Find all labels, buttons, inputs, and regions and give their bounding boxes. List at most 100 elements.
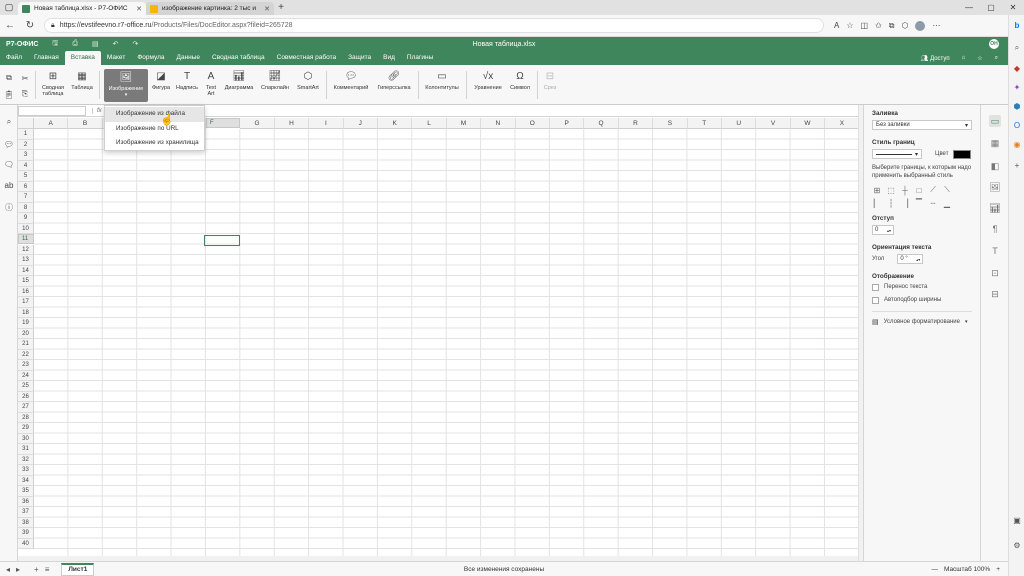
- favorites-icon[interactable]: ✩: [875, 21, 882, 31]
- row-header-4[interactable]: 4: [18, 160, 34, 171]
- border-diag-down-icon[interactable]: ⟍: [942, 185, 952, 195]
- row-header-33[interactable]: 33: [18, 465, 34, 476]
- row-header-3[interactable]: 3: [18, 150, 34, 161]
- cut-icon[interactable]: ✂: [20, 73, 30, 83]
- row-header-12[interactable]: 12: [18, 244, 34, 255]
- column-header-W[interactable]: W: [790, 118, 826, 129]
- tab-collaboration[interactable]: Совместная работа: [271, 51, 342, 65]
- row-header-31[interactable]: 31: [18, 444, 34, 455]
- border-none-icon[interactable]: ⬚: [886, 185, 896, 195]
- zoom-level[interactable]: Масштаб 100%: [944, 566, 990, 573]
- conditional-formatting-button[interactable]: ▤ Условное форматирование ▾: [872, 318, 972, 326]
- scroll-last-sheet-icon[interactable]: ▸: [16, 565, 20, 574]
- undo-icon[interactable]: ↶: [113, 40, 119, 48]
- row-header-39[interactable]: 39: [18, 528, 34, 539]
- games-icon[interactable]: ⬢: [1012, 101, 1022, 111]
- column-header-L[interactable]: L: [412, 118, 447, 129]
- quick-print-icon[interactable]: ▤: [92, 40, 99, 48]
- table-button[interactable]: ▦ Таблица: [70, 70, 94, 92]
- pivot-settings-icon[interactable]: ⊡: [989, 267, 1001, 279]
- chart-button[interactable]: 📊︎ Диаграмма: [222, 70, 256, 92]
- fill-select[interactable]: Без заливки ▾: [872, 120, 972, 130]
- name-box[interactable]: [18, 105, 86, 116]
- scroll-first-sheet-icon[interactable]: ◂: [6, 565, 10, 574]
- browser-tab-active[interactable]: Новая таблица.xlsx - Р7-ОФИС ✕: [18, 2, 146, 15]
- column-header-N[interactable]: N: [481, 118, 516, 129]
- textbox-button[interactable]: T Надпись: [174, 70, 200, 92]
- column-header-G[interactable]: G: [240, 118, 275, 129]
- tab-pivot-table[interactable]: Сводная таблица: [206, 51, 271, 65]
- row-header-25[interactable]: 25: [18, 381, 34, 392]
- headers-footers-button[interactable]: ▭ Колонтитулы: [422, 70, 462, 92]
- textart-button[interactable]: A Text Art: [202, 70, 220, 98]
- column-header-J[interactable]: J: [343, 118, 378, 129]
- extensions-icon[interactable]: ⬡: [902, 21, 909, 31]
- sidebar-settings-icon[interactable]: ⚙: [1012, 540, 1022, 550]
- row-header-28[interactable]: 28: [18, 412, 34, 423]
- url-field[interactable]: 🔒︎ https://evstifeevno.r7-office.ru/Prod…: [44, 18, 824, 33]
- window-menu-icon[interactable]: ▢: [0, 0, 18, 15]
- column-header-H[interactable]: H: [274, 118, 310, 129]
- more-icon[interactable]: ⋯: [932, 21, 940, 31]
- row-header-22[interactable]: 22: [18, 349, 34, 360]
- slicer-settings-icon[interactable]: ⊟: [989, 288, 1001, 300]
- pivot-table-button[interactable]: ⊞ Сводная таблица: [40, 70, 66, 98]
- column-header-U[interactable]: U: [722, 118, 757, 129]
- row-header-2[interactable]: 2: [18, 139, 34, 150]
- favorite-star-icon[interactable]: ☆: [846, 21, 853, 31]
- save-icon[interactable]: 🖫︎: [52, 39, 58, 50]
- border-outer-icon[interactable]: □: [914, 185, 924, 195]
- row-header-26[interactable]: 26: [18, 391, 34, 402]
- row-header-21[interactable]: 21: [18, 339, 34, 350]
- row-header-19[interactable]: 19: [18, 318, 34, 329]
- paste-icon[interactable]: 📋︎: [4, 89, 14, 99]
- menu-item-image-from-storage[interactable]: Изображение из хранилища: [105, 136, 204, 151]
- add-sheet-icon[interactable]: +: [34, 565, 39, 574]
- border-inner-icon[interactable]: ┼: [900, 185, 910, 195]
- indent-spinner[interactable]: 0 ▴▾: [872, 225, 894, 235]
- sidebar-search-icon[interactable]: ⌕: [1012, 43, 1022, 53]
- tab-formula[interactable]: Формула: [131, 51, 170, 65]
- image-settings-icon[interactable]: 🖼︎: [989, 181, 1001, 193]
- row-header-10[interactable]: 10: [18, 223, 34, 234]
- new-tab-icon[interactable]: +: [274, 2, 288, 13]
- about-icon[interactable]: ⓘ: [4, 202, 14, 212]
- row-header-40[interactable]: 40: [18, 538, 34, 549]
- fx-icon[interactable]: fx: [92, 107, 102, 114]
- shopping-icon[interactable]: ◆: [1012, 63, 1022, 73]
- hyperlink-button[interactable]: 🔗︎ Гиперссылка: [373, 70, 415, 92]
- select-all-corner[interactable]: [18, 118, 34, 129]
- row-header-29[interactable]: 29: [18, 423, 34, 434]
- border-color-swatch[interactable]: [953, 149, 972, 159]
- drop-icon[interactable]: ◉: [1012, 139, 1022, 149]
- row-header-17[interactable]: 17: [18, 297, 34, 308]
- border-top-icon[interactable]: ▔: [914, 198, 924, 208]
- chart-settings-icon[interactable]: 📊︎: [989, 202, 1001, 214]
- redo-icon[interactable]: ↷: [132, 40, 138, 48]
- bing-icon[interactable]: b: [1012, 20, 1022, 30]
- column-header-A[interactable]: A: [34, 118, 69, 129]
- shape-settings-icon[interactable]: ◧: [989, 160, 1001, 172]
- cell-area[interactable]: [34, 129, 858, 558]
- textart-settings-icon[interactable]: T: [989, 245, 1001, 257]
- tab-insert[interactable]: Вставка: [64, 51, 101, 65]
- border-left-icon[interactable]: ▏: [872, 198, 882, 208]
- sidebar-layout-icon[interactable]: ▣: [1012, 515, 1022, 525]
- row-header-8[interactable]: 8: [18, 202, 34, 213]
- column-header-B[interactable]: B: [68, 118, 103, 129]
- search-icon[interactable]: ⌕: [995, 55, 998, 62]
- menu-item-image-from-file[interactable]: Изображение из файла: [105, 107, 204, 122]
- read-aloud-icon[interactable]: A: [834, 21, 839, 31]
- row-header-35[interactable]: 35: [18, 486, 34, 497]
- row-header-15[interactable]: 15: [18, 276, 34, 287]
- row-header-7[interactable]: 7: [18, 192, 34, 203]
- collections-icon[interactable]: ⧉: [889, 21, 895, 31]
- row-header-5[interactable]: 5: [18, 171, 34, 182]
- column-header-K[interactable]: K: [378, 118, 413, 129]
- print-icon[interactable]: ⎙: [72, 40, 78, 48]
- selected-cell-F11[interactable]: [204, 234, 240, 246]
- smartart-button[interactable]: ⬡ SmartArt: [294, 70, 322, 92]
- comments-icon[interactable]: 💬︎: [4, 139, 14, 149]
- zoom-in-icon[interactable]: +: [996, 566, 1000, 573]
- outlook-icon[interactable]: O: [1012, 120, 1022, 130]
